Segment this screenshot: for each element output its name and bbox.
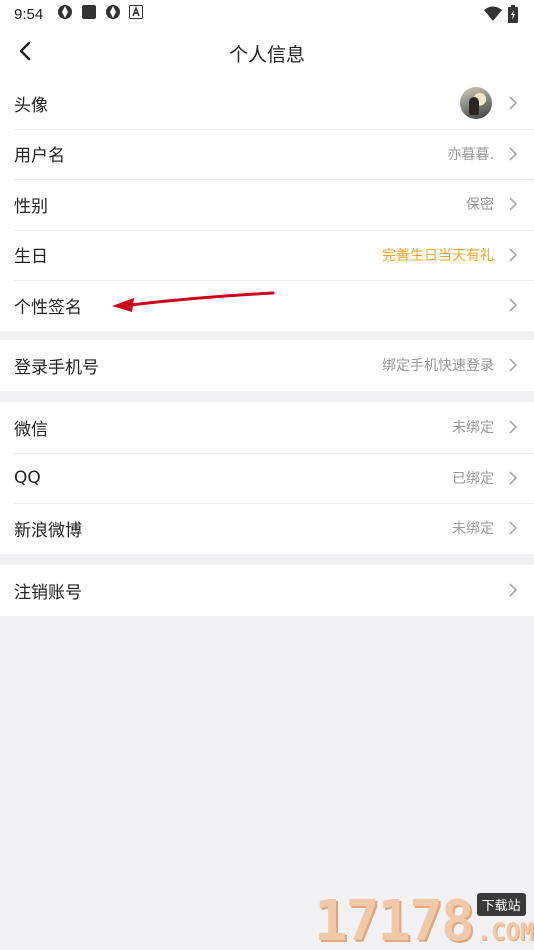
bindings-group: 微信 未绑定 QQ 已绑定 新浪微博 未绑定 [0, 402, 534, 554]
a-icon [129, 5, 144, 23]
chevron-right-icon [508, 297, 518, 313]
watermark-number: 17178 [314, 889, 475, 950]
weibo-value: 未绑定 [452, 521, 494, 538]
chevron-right-icon [508, 247, 518, 263]
battery-icon [508, 5, 518, 27]
row-birthday[interactable]: 生日 完善生日当天有礼 [0, 229, 534, 281]
chevron-right-icon [508, 95, 518, 111]
chevron-right-icon [508, 470, 518, 486]
row-label: 新浪微博 [14, 520, 82, 541]
row-cancel-account[interactable]: 注销账号 [0, 565, 534, 616]
row-label: 用户名 [14, 146, 65, 167]
watermark-badge: 下载站 [476, 893, 526, 916]
row-username[interactable]: 用户名 亦暮暮. [0, 128, 534, 180]
nav-bar: 个人信息 [0, 28, 534, 78]
wechat-value: 未绑定 [452, 420, 494, 437]
row-wechat[interactable]: 微信 未绑定 [0, 402, 534, 453]
row-label: 头像 [14, 95, 48, 116]
row-label: 性别 [14, 196, 48, 217]
username-value: 亦暮暮. [447, 146, 494, 163]
row-weibo[interactable]: 新浪微博 未绑定 [0, 503, 534, 554]
row-label: 注销账号 [14, 582, 82, 603]
square-icon [81, 4, 97, 24]
annotation-arrow-icon [112, 291, 275, 312]
app-icon [57, 4, 73, 24]
wifi-icon [484, 6, 502, 26]
birthday-value: 完善生日当天有礼 [382, 247, 494, 264]
row-avatar[interactable]: 头像 [0, 78, 534, 129]
phone-group: 登录手机号 绑定手机快速登录 [0, 340, 534, 391]
chevron-right-icon [508, 196, 518, 212]
status-time: 9:54 [14, 5, 44, 23]
row-label: 生日 [14, 247, 48, 268]
row-label: 登录手机号 [14, 357, 99, 378]
back-button[interactable] [10, 38, 40, 68]
account-group: 注销账号 [0, 565, 534, 616]
row-label: 微信 [14, 419, 48, 440]
chevron-right-icon [508, 146, 518, 162]
app-icon [105, 4, 121, 24]
row-phone[interactable]: 登录手机号 绑定手机快速登录 [0, 340, 534, 391]
status-bar: 9:54 [0, 0, 534, 28]
chevron-right-icon [508, 582, 518, 598]
row-gender[interactable]: 性别 保密 [0, 179, 534, 230]
phone-value: 绑定手机快速登录 [382, 358, 494, 375]
gender-value: 保密 [466, 197, 494, 214]
watermark-suffix: .COM [476, 918, 534, 946]
page-title: 个人信息 [228, 43, 305, 66]
qq-value: 已绑定 [452, 470, 494, 487]
chevron-right-icon [508, 419, 518, 435]
watermark-logo: 17178 下载站 .COM [304, 884, 534, 950]
chevron-right-icon [508, 357, 518, 373]
avatar [460, 87, 492, 120]
chevron-left-icon [18, 41, 32, 65]
row-qq[interactable]: QQ 已绑定 [0, 452, 534, 504]
chevron-right-icon [508, 520, 518, 536]
row-label: QQ [14, 467, 41, 488]
